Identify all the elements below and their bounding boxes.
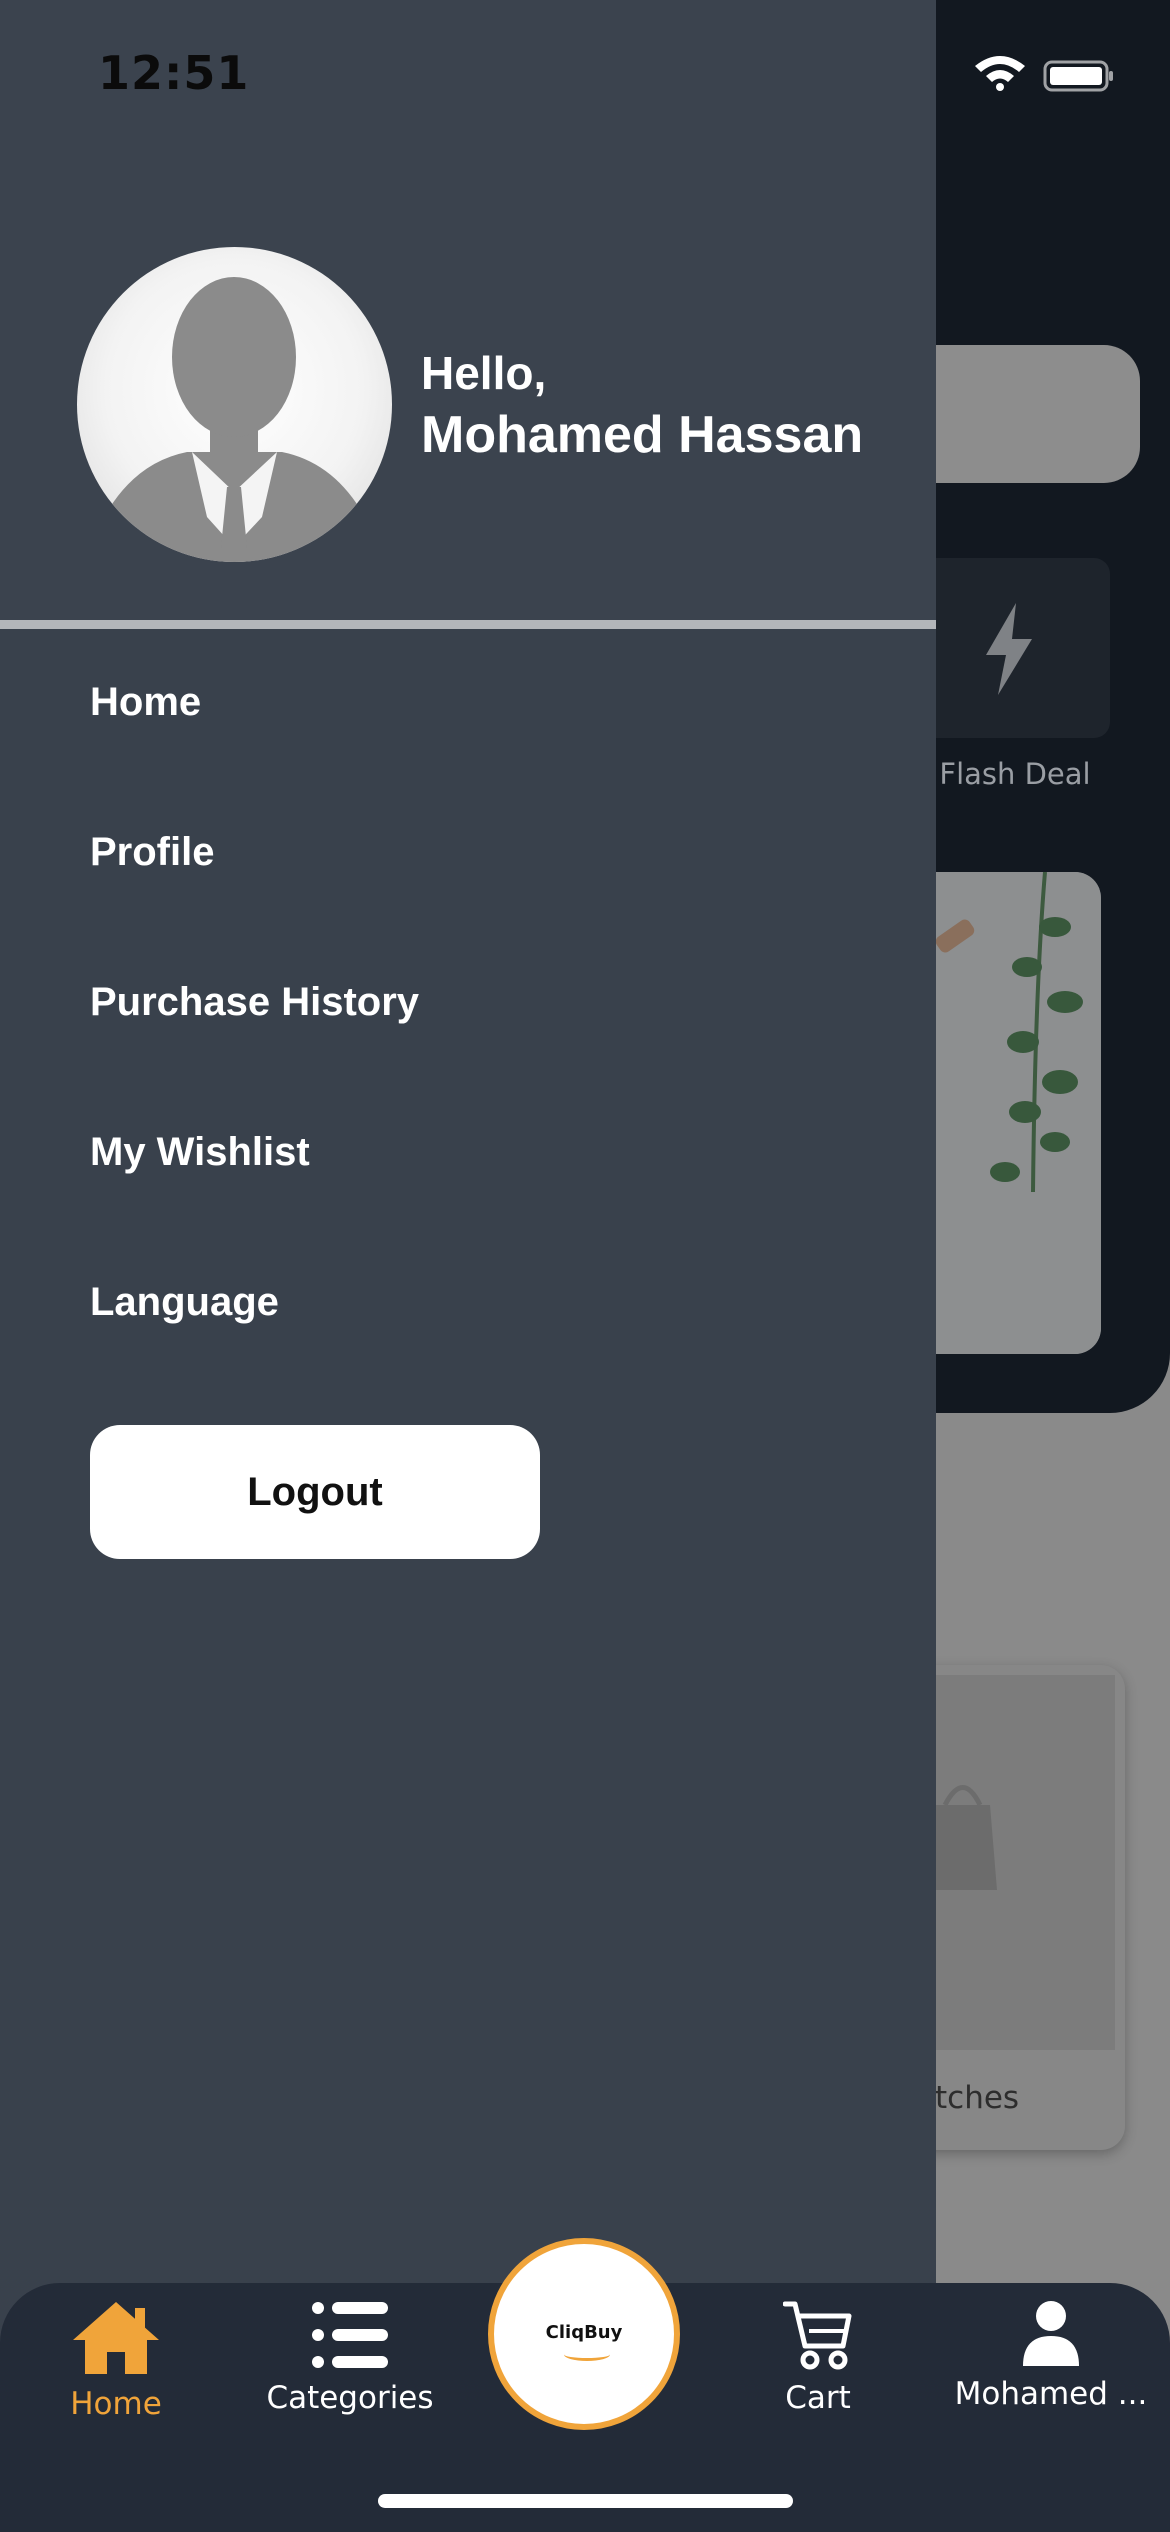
side-drawer: 12:51 Hello, Mohamed Hassan Home Profile…: [0, 0, 936, 2532]
logout-button[interactable]: Logout: [90, 1425, 540, 1559]
nav-item-categories[interactable]: Categories: [250, 2300, 450, 2450]
drawer-divider: [0, 620, 936, 629]
status-time: 12:51: [98, 46, 250, 100]
drawer-greeting: Hello, Mohamed Hassan: [421, 342, 863, 466]
center-logo-button[interactable]: CliqBuy: [488, 2238, 680, 2430]
background-card-label: tches: [935, 2080, 1020, 2116]
cliqbuy-logo: CliqBuy: [545, 2322, 623, 2343]
list-icon: [312, 2302, 388, 2368]
nav-label-categories: Categories: [266, 2380, 434, 2416]
avatar[interactable]: [77, 247, 392, 562]
greeting-user-name: Mohamed Hassan: [421, 406, 864, 464]
shopping-bag-icon: [935, 1785, 997, 1890]
drawer-item-language[interactable]: Language: [90, 1280, 279, 1325]
home-indicator[interactable]: [378, 2494, 793, 2508]
background-search-bar: [900, 345, 1140, 483]
default-user-icon: [92, 277, 377, 562]
nav-label-cart: Cart: [785, 2380, 851, 2416]
drawer-header: 12:51 Hello, Mohamed Hassan: [0, 0, 936, 620]
nav-item-cart[interactable]: Cart: [718, 2300, 918, 2450]
home-icon: [73, 2302, 159, 2374]
background-product-card: tches: [905, 1665, 1125, 2150]
user-icon: [1023, 2301, 1079, 2366]
cart-icon: [783, 2301, 852, 2370]
drawer-item-my-wishlist[interactable]: My Wishlist: [90, 1130, 310, 1175]
nav-label-home: Home: [70, 2386, 162, 2422]
drawer-item-profile[interactable]: Profile: [90, 830, 214, 875]
nav-item-account[interactable]: Mohamed ...: [951, 2300, 1151, 2450]
drawer-item-purchase-history[interactable]: Purchase History: [90, 980, 419, 1025]
logo-smile-icon: [564, 2348, 610, 2361]
greeting-hello: Hello,: [421, 347, 547, 399]
nav-label-account: Mohamed ...: [954, 2376, 1148, 2412]
drawer-item-home[interactable]: Home: [90, 680, 201, 725]
lightning-icon: [986, 603, 1032, 695]
nav-item-home[interactable]: Home: [16, 2300, 216, 2450]
